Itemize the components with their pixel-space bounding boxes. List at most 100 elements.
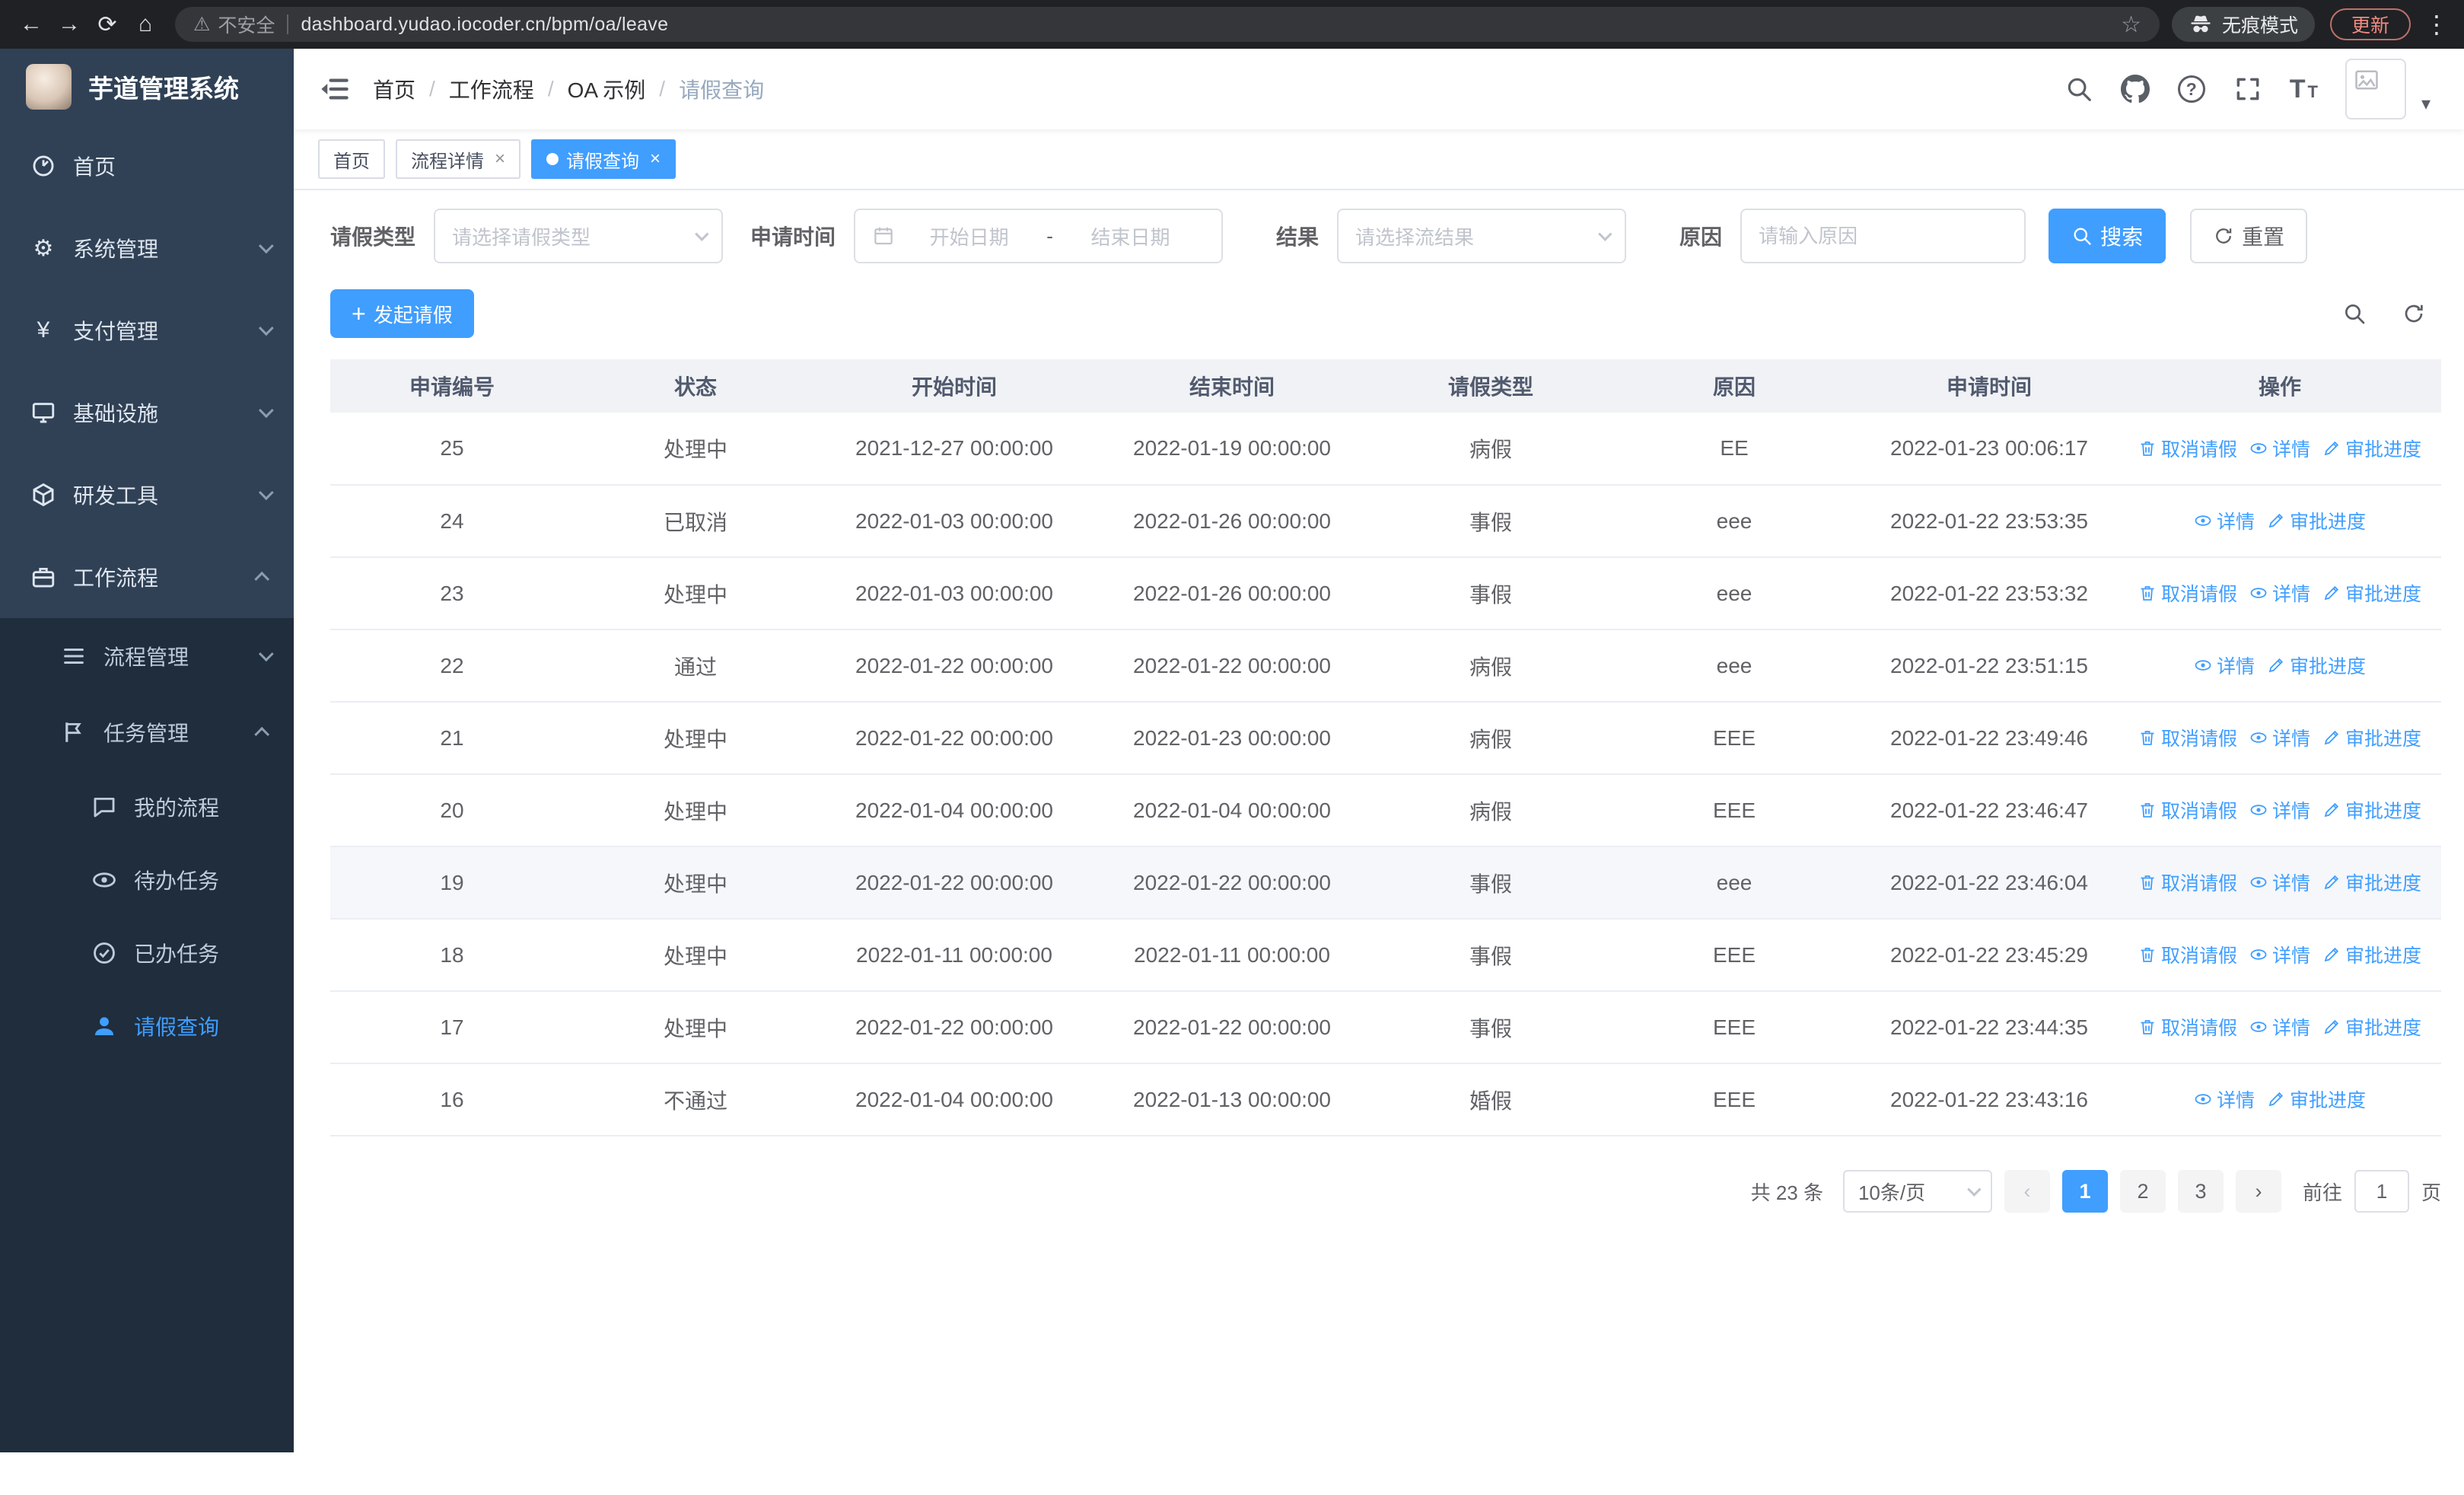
- cancel-leave-link[interactable]: 取消请假: [2138, 869, 2237, 896]
- cancel-leave-link[interactable]: 取消请假: [2138, 941, 2237, 968]
- close-icon[interactable]: ×: [650, 148, 661, 170]
- app-logo[interactable]: 芋道管理系统: [0, 49, 294, 125]
- sidebar-item-process-management[interactable]: 流程管理: [0, 618, 294, 694]
- user-icon: [91, 1013, 117, 1039]
- details-link[interactable]: 详情: [2249, 796, 2310, 824]
- details-link[interactable]: 详情: [2249, 1013, 2310, 1041]
- sidebar-item-my-process[interactable]: 我的流程: [0, 770, 294, 843]
- approval-progress-link[interactable]: 审批进度: [2267, 1085, 2366, 1113]
- reason-input[interactable]: [1740, 209, 2026, 263]
- fullscreen-icon[interactable]: [2233, 75, 2262, 104]
- avatar[interactable]: [2345, 59, 2406, 120]
- result-select[interactable]: 请选择流结果: [1337, 209, 1627, 263]
- table-row: 22 通过 2022-01-22 00:00:00 2022-01-22 00:00:…: [330, 630, 2441, 703]
- leave-table-body: 25 处理中 2021-12-27 00:00:00 2022-01-19 00:00…: [330, 413, 2441, 1136]
- details-link[interactable]: 详情: [2194, 1085, 2255, 1113]
- browser-forward-icon[interactable]: →: [52, 7, 87, 42]
- cell-apply_time: 2022-01-22 23:46:04: [1860, 846, 2119, 920]
- page-size-select[interactable]: 10条/页: [1842, 1170, 1992, 1213]
- tab-process-detail[interactable]: 流程详情 ×: [396, 139, 521, 179]
- browser-update-button[interactable]: 更新: [2329, 8, 2411, 40]
- browser-reload-icon[interactable]: ⟳: [90, 7, 125, 42]
- approval-progress-link[interactable]: 审批进度: [2322, 724, 2421, 751]
- bookmark-star-icon[interactable]: ☆: [2121, 11, 2141, 38]
- create-leave-button[interactable]: + 发起请假: [330, 289, 474, 338]
- approval-progress-link[interactable]: 审批进度: [2322, 1013, 2421, 1041]
- sidebar-item-task-management[interactable]: 任务管理: [0, 694, 294, 770]
- breadcrumb-item-oa-example[interactable]: OA 示例: [568, 74, 646, 104]
- eye-icon: [2249, 439, 2268, 457]
- approval-progress-link[interactable]: 审批进度: [2322, 435, 2421, 462]
- cell-end: 2022-01-23 00:00:00: [1091, 702, 1373, 775]
- leave-type-select[interactable]: 请选择请假类型: [434, 209, 724, 263]
- sidebar-item-home[interactable]: 首页: [0, 125, 294, 207]
- sidebar-item-done-tasks[interactable]: 已办任务: [0, 916, 294, 990]
- sidebar-item-label: 首页: [73, 155, 116, 179]
- tab-leave-query[interactable]: 请假查询 ×: [531, 139, 676, 179]
- app-navbar: 首页 / 工作流程 / OA 示例 / 请假查询 ? TT ▾: [294, 49, 2464, 129]
- approval-progress-link[interactable]: 审批进度: [2267, 507, 2366, 534]
- page-button-2[interactable]: 2: [2119, 1170, 2166, 1213]
- approval-progress-link[interactable]: 审批进度: [2322, 941, 2421, 968]
- cancel-leave-link[interactable]: 取消请假: [2138, 435, 2237, 462]
- address-bar[interactable]: ⚠ 不安全 dashboard.yudao.iocoder.cn/bpm/oa/…: [175, 7, 2160, 42]
- details-link[interactable]: 详情: [2249, 435, 2310, 462]
- cell-type: 事假: [1373, 919, 1609, 992]
- approval-progress-link[interactable]: 审批进度: [2322, 869, 2421, 896]
- cancel-leave-link[interactable]: 取消请假: [2138, 724, 2237, 751]
- search-toggle-icon[interactable]: [2342, 301, 2367, 326]
- chevron-down-icon[interactable]: ▾: [2421, 93, 2431, 115]
- goto-page-input[interactable]: [2354, 1170, 2409, 1213]
- navbar-actions: ? TT ▾: [2064, 59, 2431, 120]
- search-icon[interactable]: [2064, 75, 2093, 104]
- github-icon[interactable]: [2120, 75, 2150, 104]
- details-link[interactable]: 详情: [2249, 941, 2310, 968]
- reset-button[interactable]: 重置: [2190, 209, 2308, 263]
- cancel-leave-link[interactable]: 取消请假: [2138, 796, 2237, 824]
- edit-icon: [2322, 728, 2341, 747]
- apply-time-range-picker[interactable]: 开始日期 - 结束日期: [854, 209, 1224, 263]
- cell-apply_time: 2022-01-22 23:53:32: [1860, 557, 2119, 630]
- cell-id: 20: [330, 774, 574, 847]
- approval-progress-link[interactable]: 审批进度: [2322, 796, 2421, 824]
- sidebar-item-dev-tools[interactable]: 研发工具: [0, 454, 294, 536]
- cancel-leave-link[interactable]: 取消请假: [2138, 1013, 2237, 1041]
- details-link[interactable]: 详情: [2194, 507, 2255, 534]
- browser-home-icon[interactable]: ⌂: [128, 7, 163, 42]
- page-button-3[interactable]: 3: [2177, 1170, 2224, 1213]
- details-link[interactable]: 详情: [2249, 869, 2310, 896]
- yen-icon: ¥: [37, 317, 50, 343]
- font-size-icon[interactable]: TT: [2290, 75, 2318, 104]
- menu-fold-icon[interactable]: [318, 73, 350, 105]
- sidebar-item-workflow[interactable]: 工作流程: [0, 536, 294, 618]
- refresh-icon[interactable]: [2402, 301, 2426, 326]
- sidebar-item-system-management[interactable]: ⚙ 系统管理: [0, 207, 294, 289]
- breadcrumb-item-workflow[interactable]: 工作流程: [449, 74, 534, 104]
- breadcrumb-item-home[interactable]: 首页: [373, 74, 415, 104]
- cell-reason: EEE: [1609, 774, 1860, 847]
- approval-progress-link[interactable]: 审批进度: [2267, 652, 2366, 679]
- approval-progress-link[interactable]: 审批进度: [2322, 579, 2421, 607]
- cell-reason: eee: [1609, 557, 1860, 630]
- details-link[interactable]: 详情: [2194, 652, 2255, 679]
- page-button-1[interactable]: 1: [2061, 1170, 2108, 1213]
- breadcrumb-item-leave-query: 请假查询: [679, 78, 765, 102]
- sidebar-item-infrastructure[interactable]: 基础设施: [0, 371, 294, 454]
- prev-page-button[interactable]: ‹: [2004, 1170, 2050, 1213]
- sidebar-item-todo-tasks[interactable]: 待办任务: [0, 843, 294, 916]
- search-button[interactable]: 搜索: [2049, 209, 2166, 263]
- cancel-leave-link[interactable]: 取消请假: [2138, 579, 2237, 607]
- cell-type: 事假: [1373, 846, 1609, 920]
- sidebar-item-leave-query[interactable]: 请假查询: [0, 990, 294, 1063]
- tab-home[interactable]: 首页: [318, 139, 385, 179]
- cell-actions: 详情 审批进度: [2119, 485, 2441, 558]
- close-icon[interactable]: ×: [495, 148, 505, 170]
- security-warning[interactable]: ⚠ 不安全: [193, 11, 275, 38]
- help-icon[interactable]: ?: [2177, 75, 2206, 104]
- details-link[interactable]: 详情: [2249, 724, 2310, 751]
- next-page-button[interactable]: ›: [2235, 1170, 2281, 1213]
- details-link[interactable]: 详情: [2249, 579, 2310, 607]
- browser-back-icon[interactable]: ←: [14, 7, 49, 42]
- browser-menu-icon[interactable]: ⋮: [2423, 10, 2450, 39]
- sidebar-item-payment-management[interactable]: ¥ 支付管理: [0, 289, 294, 371]
